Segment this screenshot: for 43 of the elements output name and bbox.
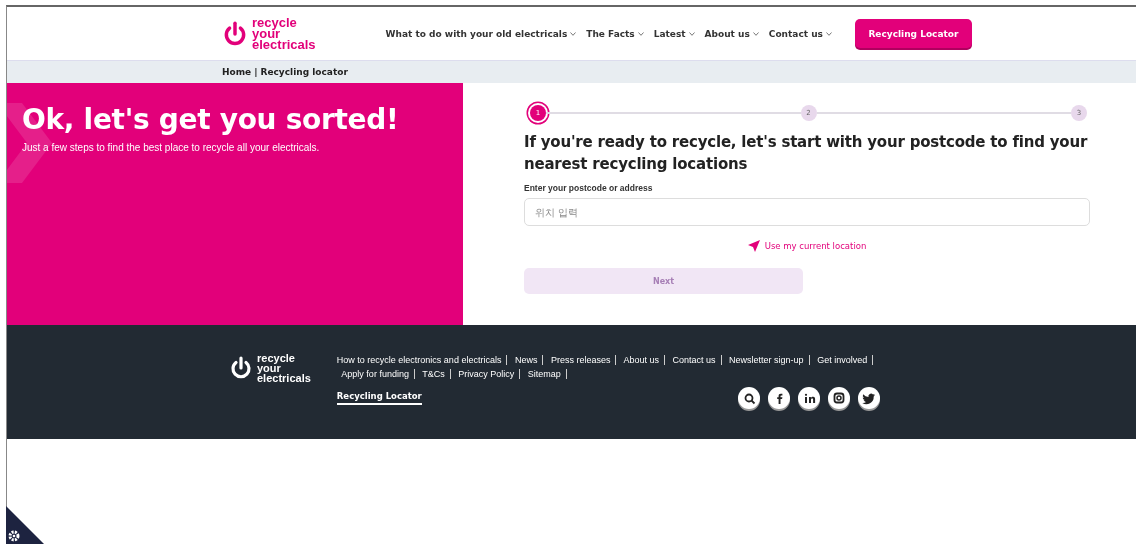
form-heading: If you're ready to recycle, let's start with your postcode to find your nearest recycling locations <box>524 132 1089 175</box>
site-logo[interactable]: recycle your electricals <box>222 17 316 50</box>
nav-item[interactable]: The Facts <box>586 28 644 39</box>
caret-icon <box>752 31 759 36</box>
footer-link[interactable]: Contact us <box>672 355 722 365</box>
caret-icon <box>688 31 695 36</box>
facebook-icon[interactable] <box>767 387 790 409</box>
footer-link[interactable]: Get involved <box>817 355 874 365</box>
caret-icon <box>570 31 577 36</box>
nav-item[interactable]: About us <box>704 28 759 39</box>
field-label: Enter your postcode or address <box>524 183 654 193</box>
hero-title: Ok, let's get you sorted! <box>22 103 400 136</box>
current-location-link[interactable]: Use my current location <box>747 240 867 252</box>
nav-item[interactable]: Contact us <box>768 28 832 39</box>
footer-link[interactable]: T&Cs <box>422 369 451 379</box>
footer-link[interactable]: News <box>514 355 544 365</box>
nav-item[interactable]: Latest <box>653 28 695 39</box>
nav-item[interactable]: What to do with your old electricals <box>385 28 577 39</box>
footer-link[interactable]: How to recycle electronics and electricals <box>336 355 508 365</box>
instagram-icon[interactable] <box>827 387 850 409</box>
footer-link[interactable]: Apply for funding <box>341 369 415 379</box>
footer-link[interactable]: Press releases <box>550 355 617 365</box>
footer-locator-link[interactable]: Recycling Locator <box>336 391 422 405</box>
footer-link[interactable]: Privacy Policy <box>458 369 521 379</box>
recycling-locator-button[interactable]: Recycling Locator <box>854 19 972 48</box>
breadcrumb-current: Recycling locator <box>260 67 348 77</box>
postcode-field[interactable]: 위치 입력 <box>524 198 1090 226</box>
breadcrumb-separator: | <box>254 67 258 77</box>
power-icon <box>229 356 253 380</box>
settings-icon[interactable] <box>6 506 44 544</box>
caret-icon <box>637 31 644 36</box>
twitter-icon[interactable] <box>857 387 880 409</box>
caret-icon <box>825 31 832 36</box>
linkedin-icon[interactable] <box>797 387 820 409</box>
location-arrow-icon <box>747 240 760 252</box>
footer-link[interactable]: Newsletter sign-up <box>729 355 810 365</box>
search-icon[interactable] <box>737 387 760 409</box>
footer-logo[interactable]: recycle your electricals <box>229 353 311 383</box>
footer-link[interactable]: About us <box>623 355 666 365</box>
power-icon <box>222 20 248 47</box>
hero-subtitle: Just a few steps to find the best place to recycle all your electricals. <box>22 142 321 153</box>
footer-link[interactable]: Sitemap <box>527 369 567 379</box>
breadcrumb-link[interactable]: Home <box>222 67 252 77</box>
